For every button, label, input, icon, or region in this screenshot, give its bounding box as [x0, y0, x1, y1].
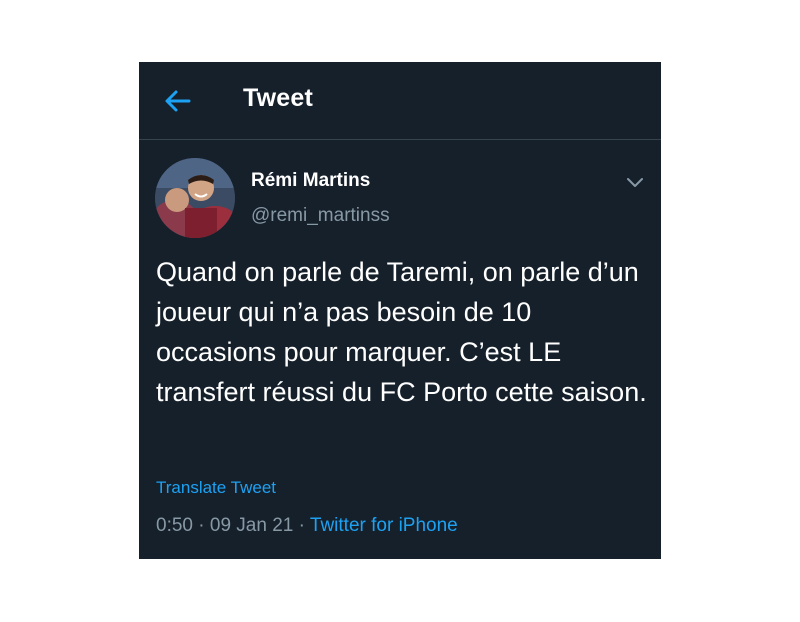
arrow-left-icon: [165, 90, 191, 112]
page-title: Tweet: [243, 84, 313, 112]
meta-separator: ·: [298, 515, 305, 536]
tweet-card: Tweet Rémi Martins @remi_martinss Quand …: [139, 62, 661, 559]
back-button[interactable]: [163, 86, 193, 116]
tweet-date[interactable]: 09 Jan 21: [210, 515, 293, 536]
translate-tweet-link[interactable]: Translate Tweet: [156, 478, 276, 498]
header-bar: Tweet: [139, 62, 661, 140]
tweet-text: Quand on parle de Taremi, on parle d’un …: [156, 257, 647, 407]
avatar[interactable]: [155, 158, 235, 238]
tweet-source-link[interactable]: Twitter for iPhone: [310, 515, 458, 536]
tweet-meta: 0:50 · 09 Jan 21 · Twitter for iPhone: [156, 515, 458, 537]
author-name[interactable]: Rémi Martins: [251, 170, 370, 192]
more-options-button[interactable]: [623, 170, 647, 194]
meta-separator: ·: [198, 515, 205, 536]
author-handle[interactable]: @remi_martinss: [251, 205, 390, 227]
avatar-image: [155, 158, 235, 238]
tweet-time[interactable]: 0:50: [156, 515, 193, 536]
chevron-down-icon: [627, 178, 643, 187]
